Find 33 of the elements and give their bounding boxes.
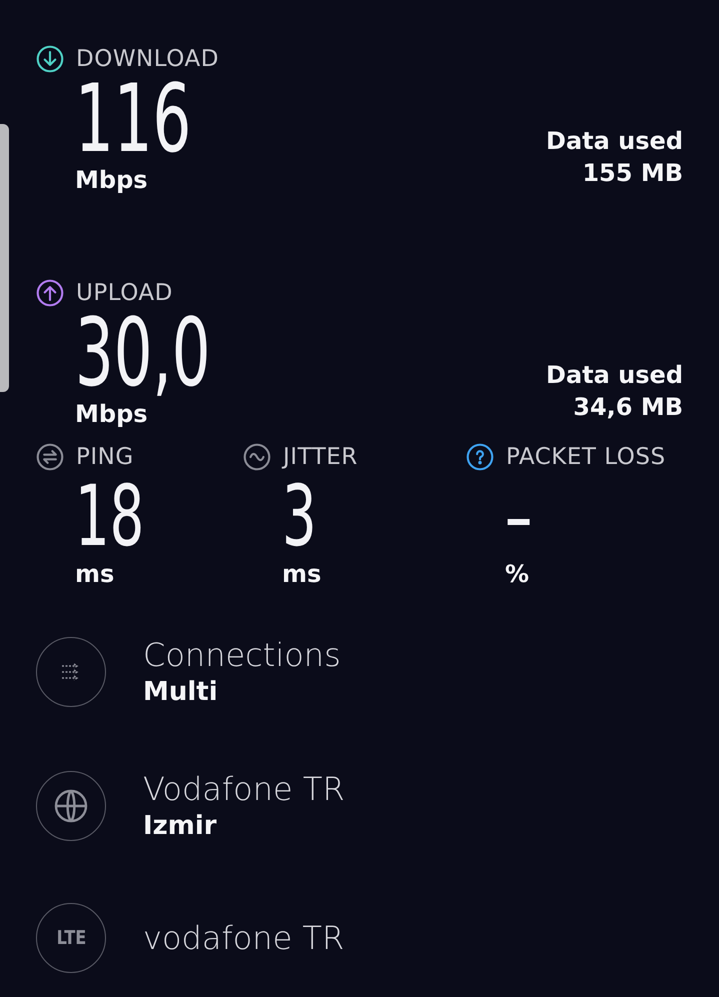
metric-value: 18 <box>75 473 144 559</box>
globe-icon <box>53 788 89 824</box>
data-used-label: Data used <box>546 360 683 391</box>
speed-unit: Mbps <box>75 399 149 429</box>
metric-label: PING <box>76 444 134 470</box>
download-icon <box>36 45 64 73</box>
metric-unit: % <box>505 559 530 589</box>
metric-unit: ms <box>282 559 322 589</box>
speed-unit: Mbps <box>75 165 149 195</box>
speed-label: DOWNLOAD <box>76 46 219 72</box>
network-type-label: LTE <box>56 927 86 949</box>
detail-title: Connections <box>143 635 341 675</box>
data-used-value: 155 MB <box>582 158 683 189</box>
question-icon <box>466 443 494 471</box>
metric-unit: ms <box>75 559 116 589</box>
detail-title: Vodafone TR <box>143 769 345 809</box>
data-used-label: Data used <box>546 126 683 157</box>
detail-title: vodafone TR <box>143 918 344 958</box>
detail-subtitle: Izmir <box>143 810 218 843</box>
speed-value: 116 <box>75 75 192 165</box>
arrows-icon <box>61 663 81 681</box>
data-used-value: 34,6 MB <box>573 392 683 423</box>
side-handle[interactable] <box>0 124 9 392</box>
upload-icon <box>36 279 64 307</box>
wave-icon <box>243 443 271 471</box>
detail-subtitle: Multi <box>143 676 219 709</box>
ping-icon <box>36 443 64 471</box>
speed-value: 30,0 <box>75 309 211 399</box>
speed-label: UPLOAD <box>76 280 173 306</box>
metric-label: JITTER <box>283 444 358 470</box>
metric-value: 3 <box>282 473 317 559</box>
metric-label: PACKET LOSS <box>506 444 666 470</box>
metric-value: – <box>505 473 532 559</box>
